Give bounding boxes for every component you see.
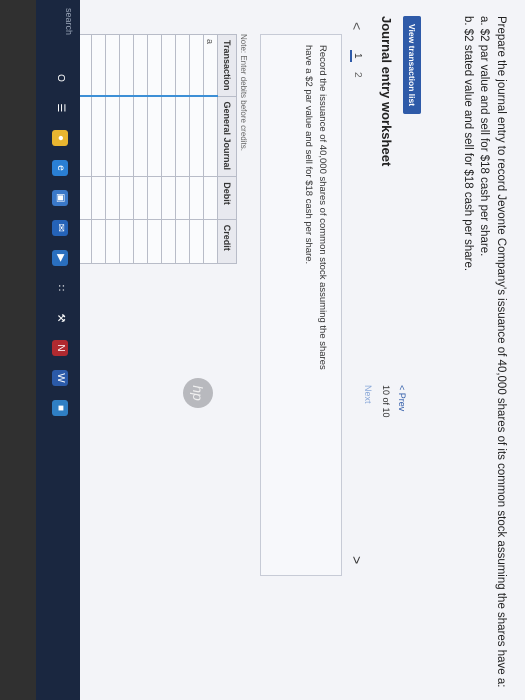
table-row	[119, 34, 134, 264]
credit-cell[interactable]	[203, 219, 218, 264]
credit-cell[interactable]	[189, 219, 204, 264]
laptop-bezel	[0, 0, 36, 700]
worksheet-page-2[interactable]: 2	[352, 72, 363, 78]
account-cell[interactable]	[91, 96, 106, 177]
account-cell[interactable]	[133, 96, 148, 177]
task-view-icon[interactable]: ☰	[52, 100, 68, 116]
transaction-cell	[105, 34, 120, 97]
table-row	[91, 34, 106, 264]
cortana-icon[interactable]: O	[52, 70, 68, 86]
transaction-cell	[189, 34, 204, 97]
transaction-cell	[147, 34, 162, 97]
debits-note: Note: Enter debits before credits.	[239, 34, 248, 151]
debit-cell[interactable]	[203, 176, 218, 220]
taskbar-search[interactable]: search	[64, 8, 74, 35]
credit-cell[interactable]	[91, 219, 106, 264]
debit-cell[interactable]	[119, 176, 134, 220]
table-row	[189, 34, 204, 264]
next-button[interactable]: Next	[363, 385, 373, 404]
photo-stage: Prepare the journal entry to record Jevo…	[0, 0, 525, 700]
column-transaction: Transaction	[217, 34, 237, 97]
credit-cell[interactable]	[105, 219, 120, 264]
debit-cell[interactable]	[189, 176, 204, 220]
account-cell[interactable]	[147, 96, 162, 177]
transaction-cell	[161, 34, 176, 97]
instruction-text: Record the issuance of 40,000 shares of …	[303, 45, 328, 370]
table-row	[147, 34, 162, 264]
table-row	[161, 34, 176, 264]
credit-cell[interactable]	[147, 219, 162, 264]
folder-icon[interactable]: ■	[52, 400, 68, 416]
debit-cell[interactable]	[105, 176, 120, 220]
question-part-a: a. $2 par value and sell for $18 cash pe…	[478, 16, 491, 257]
account-cell[interactable]	[119, 96, 134, 177]
debit-cell[interactable]	[133, 176, 148, 220]
store-icon[interactable]: ▣	[52, 190, 68, 206]
view-transaction-list-button[interactable]: View transaction list	[403, 16, 421, 115]
browser-content: Prepare the journal entry to record Jevo…	[0, 0, 525, 700]
column-credit: Credit	[217, 219, 237, 264]
credit-cell[interactable]	[119, 219, 134, 264]
edge-icon[interactable]: e	[52, 160, 68, 176]
account-cell[interactable]	[189, 96, 204, 177]
debit-cell[interactable]	[91, 176, 106, 220]
windows-taskbar: search O ☰ ● e ▣ ✉ ▶ ∷ ⚒ N W ■	[36, 0, 80, 700]
chevron-right-icon[interactable]: >	[349, 556, 365, 564]
debit-cell[interactable]	[175, 176, 190, 220]
mail-icon[interactable]: ✉	[52, 220, 68, 236]
table-row	[175, 34, 190, 264]
table-row	[133, 34, 148, 264]
question-part-b: b. $2 stated value and sell for $18 cash…	[461, 16, 474, 272]
column-general-journal: General Journal	[217, 96, 237, 177]
apps-icon[interactable]: ∷	[52, 280, 68, 296]
transaction-cell	[133, 34, 148, 97]
onenote-icon[interactable]: N	[52, 340, 68, 356]
transaction-cell	[91, 34, 106, 97]
instruction-box: Record the issuance of 40,000 shares of …	[260, 34, 342, 576]
journal-entry-worksheet: Journal entry worksheet < 1 2 > Record t…	[0, 16, 400, 576]
credit-cell[interactable]	[133, 219, 148, 264]
question-line: Prepare the journal entry to record Jevo…	[495, 16, 507, 688]
word-icon[interactable]: W	[52, 370, 68, 386]
transaction-cell	[175, 34, 190, 97]
hp-logo: hp	[183, 378, 213, 408]
media-icon[interactable]: ▶	[52, 250, 68, 266]
credit-cell[interactable]	[175, 219, 190, 264]
worksheet-nav: < 1 2 >	[349, 16, 365, 576]
question-text: Prepare the journal entry to record Jevo…	[459, 16, 509, 696]
column-debit: Debit	[217, 176, 237, 220]
prev-button[interactable]: < Prev	[397, 385, 407, 411]
worksheet-page-1[interactable]: 1	[350, 50, 363, 62]
account-cell[interactable]	[161, 96, 176, 177]
account-cell[interactable]	[175, 96, 190, 177]
tool-icon[interactable]: ⚒	[52, 310, 68, 326]
credit-cell[interactable]	[161, 219, 176, 264]
chevron-left-icon[interactable]: <	[349, 22, 365, 30]
transaction-cell: a	[203, 34, 218, 97]
table-row	[105, 34, 120, 264]
table-header-row: Transaction General Journal Debit Credit	[217, 34, 237, 264]
table-row: a	[203, 34, 218, 264]
debit-cell[interactable]	[161, 176, 176, 220]
laptop-screen: Prepare the journal entry to record Jevo…	[0, 0, 525, 700]
chrome-icon[interactable]: ●	[52, 130, 68, 146]
account-cell[interactable]	[105, 96, 120, 177]
account-cell[interactable]	[203, 96, 218, 177]
page-count: 10 of 10	[381, 385, 391, 418]
worksheet-title: Journal entry worksheet	[379, 16, 394, 167]
transaction-cell	[119, 34, 134, 97]
debit-cell[interactable]	[147, 176, 162, 220]
